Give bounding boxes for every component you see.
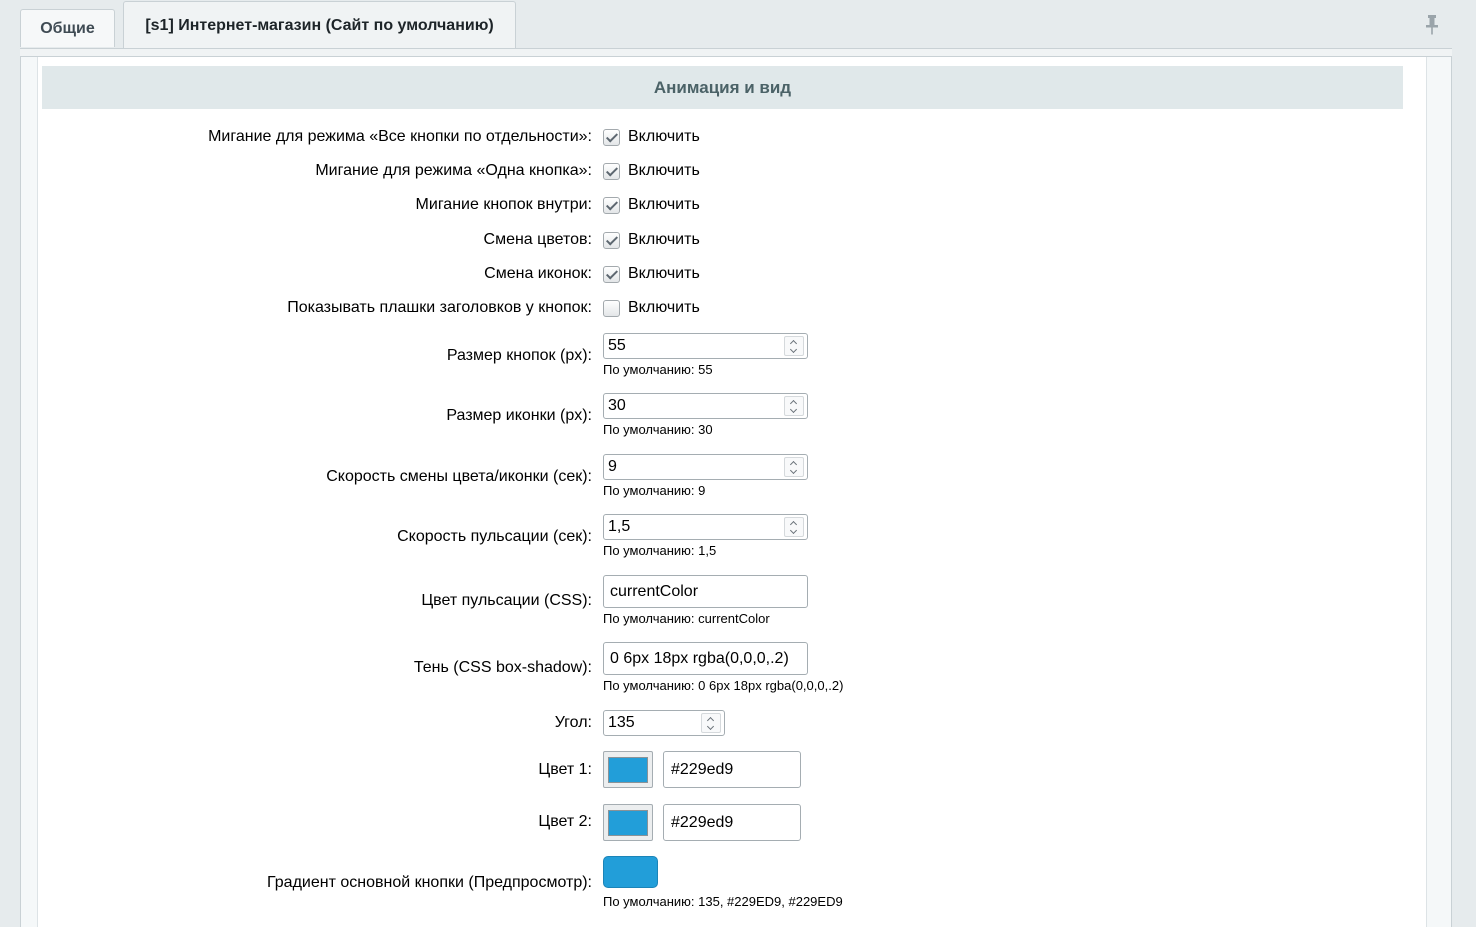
row-label-color-2: Цвет 2: <box>538 813 592 830</box>
row-label-icon-change: Смена иконок: <box>484 265 592 282</box>
spinner-arrows-icon[interactable] <box>784 457 804 477</box>
spinner-arrows-icon[interactable] <box>784 517 804 537</box>
section-header: Анимация и вид <box>42 66 1403 109</box>
checkbox-blink-inside[interactable] <box>603 197 620 214</box>
pulse-speed-hint: По умолчанию: 1,5 <box>603 543 717 558</box>
checkbox-label[interactable]: Включить <box>628 299 700 317</box>
tab-general[interactable]: Общие <box>20 9 115 47</box>
row-label-blink-one: Мигание для режима «Одна кнопка»: <box>315 162 592 179</box>
change-speed-value: 9 <box>608 458 617 475</box>
shadow-hint: По умолчанию: 0 6px 18px rgba(0,0,0,.2) <box>603 678 844 693</box>
tab-site-s1[interactable]: [s1] Интернет-магазин (Сайт по умолчанию… <box>123 1 516 49</box>
row-label-button-size: Размер кнопок (px): <box>446 347 592 364</box>
icon-size-value: 30 <box>608 397 626 414</box>
checkbox-label[interactable]: Включить <box>628 231 700 249</box>
row-label-blink-inside: Мигание кнопок внутри: <box>415 196 592 213</box>
change-speed-hint: По умолчанию: 9 <box>603 483 706 498</box>
row-label-icon-size: Размер иконки (px): <box>446 407 592 424</box>
row-label-shadow: Тень (CSS box-shadow): <box>413 659 592 676</box>
pulse-speed-value: 1,5 <box>608 518 631 535</box>
tab-general-label: Общие <box>40 19 95 37</box>
checkbox-label[interactable]: Включить <box>628 128 700 146</box>
shadow-value: 0 6px 18px rgba(0,0,0,.2) <box>610 649 789 667</box>
checkbox-icon-change[interactable] <box>603 266 620 283</box>
pin-icon[interactable] <box>1424 14 1440 36</box>
color-1-swatch-button[interactable] <box>603 751 653 788</box>
angle-input[interactable]: 135 <box>603 710 725 736</box>
change-speed-input[interactable]: 9 <box>603 454 808 480</box>
pulse-color-input[interactable]: currentColor <box>603 575 808 608</box>
checkbox-label[interactable]: Включить <box>628 196 700 214</box>
settings-inner <box>37 57 1427 927</box>
checkbox-color-change[interactable] <box>603 232 620 249</box>
color-1-swatch <box>608 756 648 783</box>
button-size-value: 55 <box>608 337 626 354</box>
checkbox-show-titles[interactable] <box>603 300 620 317</box>
row-label-color-change: Смена цветов: <box>483 231 592 248</box>
row-label-blink-all: Мигание для режима «Все кнопки по отдель… <box>208 128 592 145</box>
icon-size-hint: По умолчанию: 30 <box>603 422 713 437</box>
section-title: Анимация и вид <box>653 77 792 97</box>
tab-underline <box>20 48 1452 57</box>
row-label-show-titles: Показывать плашки заголовков у кнопок: <box>287 299 592 316</box>
row-label-pulse-color: Цвет пульсации (CSS): <box>421 592 592 609</box>
color-1-input[interactable]: #229ed9 <box>663 751 801 788</box>
tab-site-s1-label: [s1] Интернет-магазин (Сайт по умолчанию… <box>145 16 494 34</box>
color-2-swatch-button[interactable] <box>603 804 653 841</box>
row-label-color-1: Цвет 1: <box>538 761 592 778</box>
spinner-arrows-icon[interactable] <box>784 396 804 416</box>
checkbox-blink-one[interactable] <box>603 163 620 180</box>
gradient-preview-button <box>603 856 658 888</box>
color-2-input[interactable]: #229ed9 <box>663 804 801 841</box>
row-label-change-speed: Скорость смены цвета/иконки (сек): <box>326 468 592 485</box>
checkbox-label[interactable]: Включить <box>628 265 700 283</box>
icon-size-input[interactable]: 30 <box>603 393 808 419</box>
button-size-hint: По умолчанию: 55 <box>603 362 713 377</box>
row-label-pulse-speed: Скорость пульсации (сек): <box>397 528 592 545</box>
spinner-arrows-icon[interactable] <box>701 713 721 733</box>
pulse-speed-input[interactable]: 1,5 <box>603 514 808 540</box>
color-2-value: #229ed9 <box>671 813 734 831</box>
pulse-color-hint: По умолчанию: currentColor <box>603 611 770 626</box>
checkbox-blink-all[interactable] <box>603 129 620 146</box>
spinner-arrows-icon[interactable] <box>784 336 804 356</box>
settings-panel <box>20 57 1452 927</box>
pulse-color-value: currentColor <box>610 582 699 600</box>
color-1-value: #229ed9 <box>671 760 734 778</box>
gradient-hint: По умолчанию: 135, #229ED9, #229ED9 <box>603 894 843 909</box>
row-label-angle: Угол: <box>554 714 592 731</box>
checkbox-label[interactable]: Включить <box>628 162 700 180</box>
color-2-swatch <box>608 809 648 836</box>
button-size-input[interactable]: 55 <box>603 333 808 359</box>
shadow-input[interactable]: 0 6px 18px rgba(0,0,0,.2) <box>603 642 808 675</box>
row-label-gradient: Градиент основной кнопки (Предпросмотр): <box>267 874 592 891</box>
